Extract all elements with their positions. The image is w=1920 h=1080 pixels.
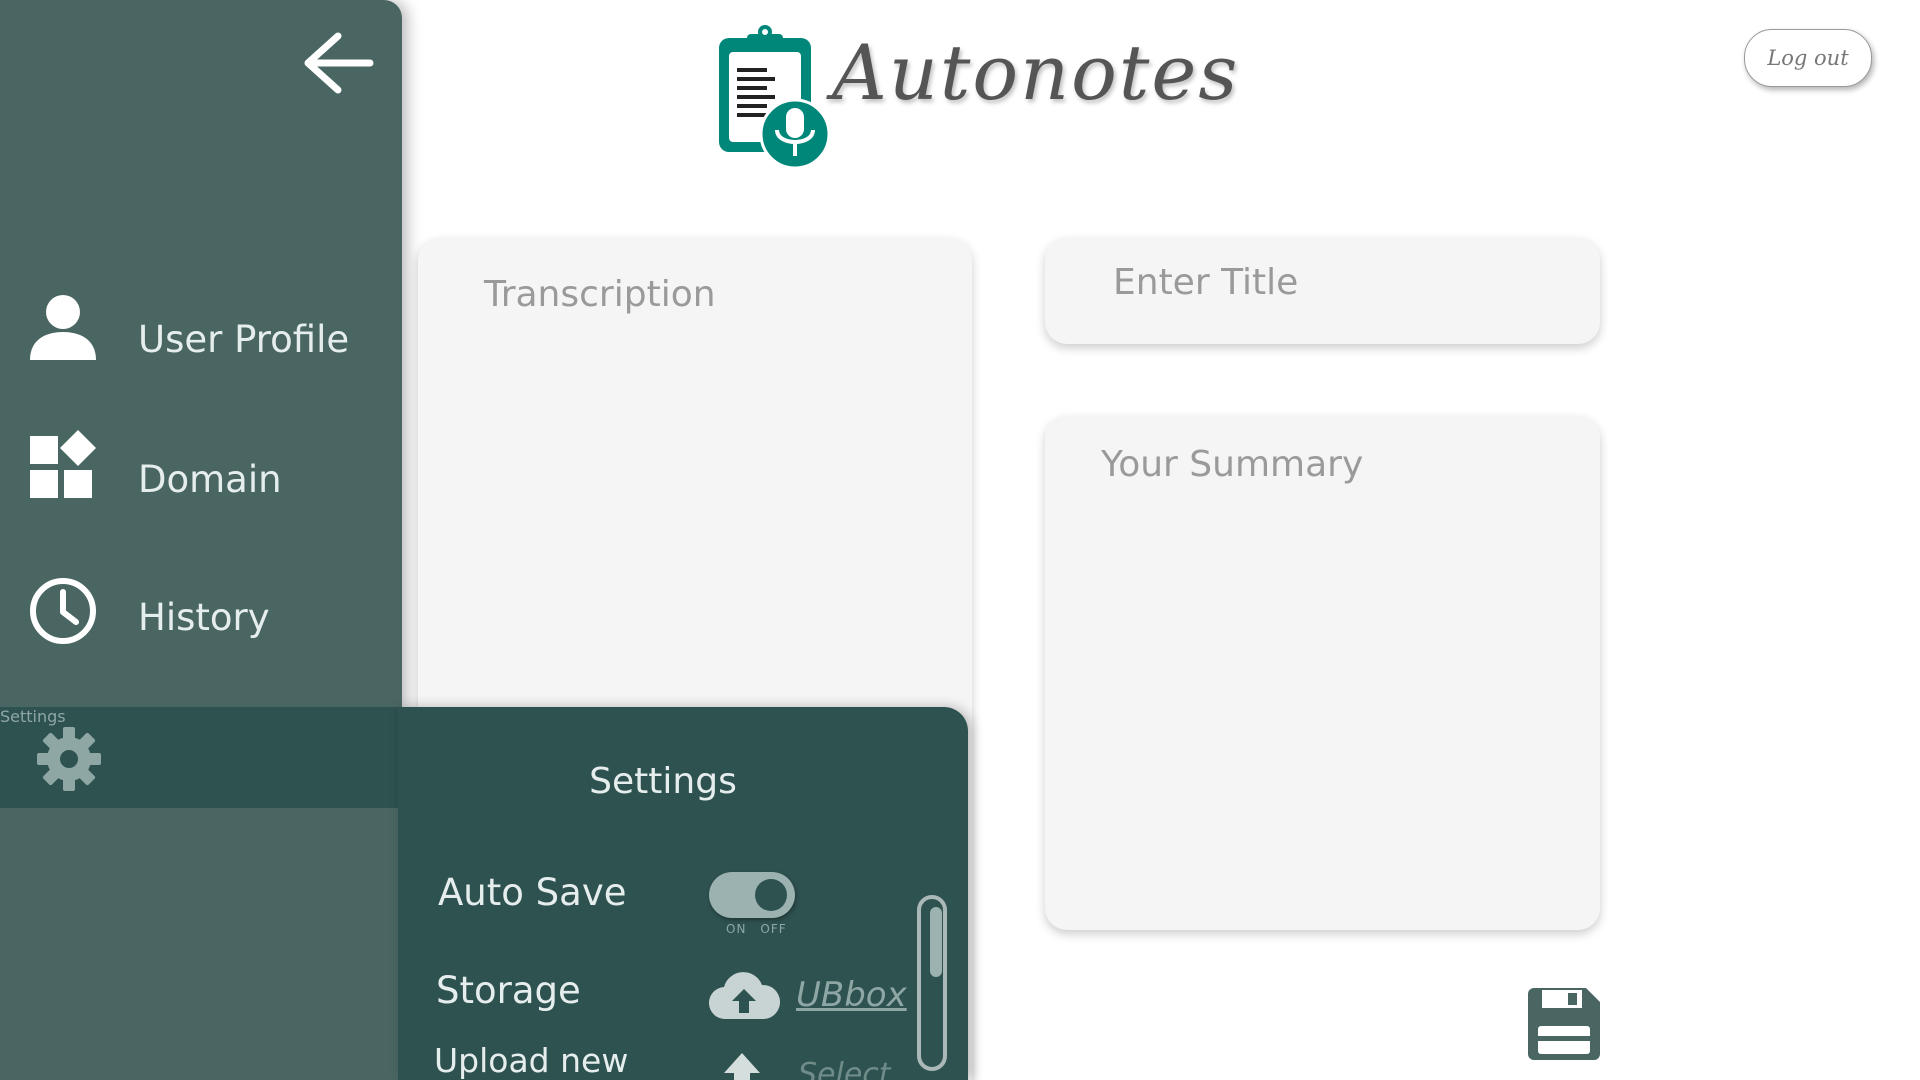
upload-arrow-icon[interactable]	[720, 1051, 764, 1080]
sidebar-item-settings[interactable]: Settings	[0, 707, 402, 808]
title-input[interactable]: Enter Title	[1045, 238, 1600, 344]
toggle-knob	[755, 879, 787, 911]
storage-label: Storage	[436, 969, 581, 1012]
settings-panel-title: Settings	[589, 761, 737, 802]
sidebar-item-user-profile[interactable]: User Profile	[0, 290, 402, 400]
back-button[interactable]	[298, 28, 378, 98]
title-placeholder: Enter Title	[1113, 262, 1299, 303]
settings-panel: Settings Auto Save ON OFF Storage UBbox U…	[398, 707, 968, 1080]
upload-new-label: Upload new	[434, 1041, 629, 1080]
arrow-left-icon	[304, 32, 374, 94]
sidebar-item-label: User Profile	[138, 318, 350, 361]
summary-field[interactable]: Your Summary	[1045, 416, 1600, 930]
summary-placeholder: Your Summary	[1101, 444, 1364, 485]
sidebar-item-domain[interactable]: Domain	[0, 430, 402, 540]
widgets-icon	[30, 430, 96, 498]
toggle-on-caption: ON	[726, 922, 747, 936]
sidebar-item-label: History	[138, 596, 270, 639]
sidebar-item-label: Domain	[138, 458, 282, 501]
sidebar-item-history[interactable]: History	[0, 570, 402, 680]
gear-icon	[37, 727, 101, 791]
upload-select-link[interactable]: Select	[798, 1057, 891, 1080]
logout-button[interactable]: Log out	[1744, 29, 1872, 87]
sidebar: User Profile Domain History Settings	[0, 0, 402, 1080]
clipboard-mic-icon	[719, 25, 831, 170]
app-title: Autonotes	[832, 28, 1240, 117]
settings-scrollbar-thumb[interactable]	[930, 907, 942, 977]
storage-provider-link[interactable]: UBbox	[796, 975, 907, 1015]
toggle-caption: ON OFF	[726, 922, 801, 936]
toggle-off-caption: OFF	[760, 922, 787, 936]
cloud-upload-icon[interactable]	[708, 969, 780, 1023]
floppy-disk-icon[interactable]	[1526, 986, 1602, 1062]
settings-scrollbar[interactable]	[917, 895, 947, 1071]
clock-icon	[30, 578, 96, 644]
user-icon	[30, 295, 96, 360]
auto-save-toggle[interactable]	[709, 872, 795, 918]
auto-save-label: Auto Save	[438, 871, 627, 914]
transcription-placeholder: Transcription	[484, 274, 716, 315]
